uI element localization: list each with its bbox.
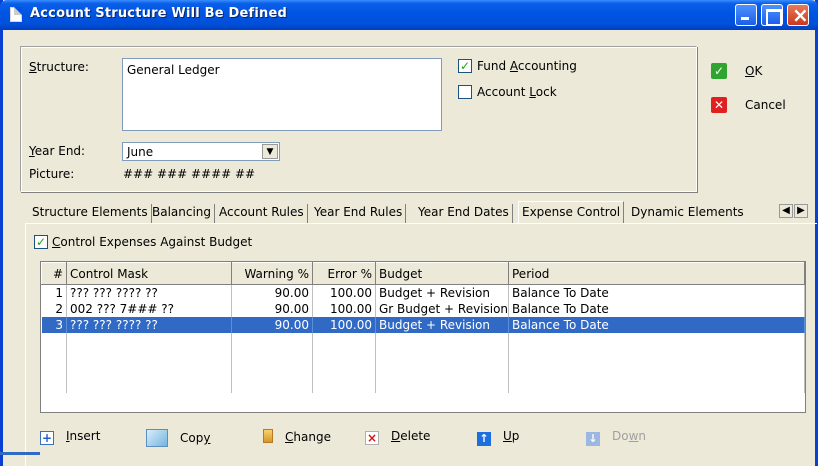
close-icon: × (792, 3, 809, 27)
tab-expense-control[interactable]: Expense Control (518, 201, 625, 223)
tab-account-rules[interactable]: Account Rules (216, 204, 308, 223)
row-warning: 90.00 (231, 300, 313, 317)
up-button[interactable]: ↑ Up (477, 429, 519, 446)
control-expenses-label[interactable]: Control Expenses Against Budget (52, 235, 252, 249)
row-control-mask: ??? ??? ???? ?? (66, 284, 232, 301)
change-button[interactable]: Change (263, 429, 331, 444)
row-period: Balance To Date (508, 284, 805, 301)
tab-dynamic-elements[interactable]: Dynamic Elements (628, 204, 747, 223)
tab-balancing[interactable]: Balancing (149, 204, 216, 223)
close-button[interactable]: × (787, 3, 809, 27)
row-error: 100.00 (312, 284, 376, 301)
picture-label: Picture: (29, 167, 75, 181)
account-lock-checkbox[interactable] (458, 85, 472, 99)
down-arrow-icon: ↓ (586, 432, 600, 446)
control-expenses-checkbox[interactable]: ✓ (34, 235, 48, 249)
row-control-mask: 002 ??? 7### ?? (66, 300, 232, 317)
column-header-control-mask[interactable]: Control Mask (66, 262, 232, 285)
fund-accounting-checkbox[interactable]: ✓ (458, 59, 472, 73)
empty-grid-area (41, 332, 805, 393)
window-title: Account Structure Will Be Defined (30, 6, 288, 21)
down-button[interactable]: ↓ Down (586, 429, 646, 446)
row-error: 100.00 (312, 300, 376, 317)
row-number: 2 (41, 300, 67, 317)
expense-control-grid[interactable]: # Control Mask Warning % Error % Budget … (40, 261, 806, 413)
column-header-period[interactable]: Period (508, 262, 805, 285)
table-row[interactable]: 1 ??? ??? ???? ?? 90.00 100.00 Budget + … (41, 284, 805, 301)
cancel-button[interactable]: Cancel (745, 98, 786, 112)
row-budget: Budget + Revision (375, 316, 509, 333)
grid-header: # Control Mask Warning % Error % Budget … (41, 262, 805, 285)
row-control-mask: ??? ??? ???? ?? (66, 316, 232, 333)
insert-button[interactable]: + Insert (40, 429, 100, 445)
delete-x-icon: × (365, 431, 379, 445)
ok-button[interactable]: OK (745, 64, 762, 78)
row-budget: Budget + Revision (375, 284, 509, 301)
scroll-left-icon[interactable]: ◀ (779, 204, 793, 218)
row-warning: 90.00 (231, 284, 313, 301)
column-header-error[interactable]: Error % (312, 262, 376, 285)
row-warning: 90.00 (231, 316, 313, 333)
picture-value: ### ### #### ## (123, 167, 256, 181)
dialog-window: Account Structure Will Be Defined × Stru… (0, 0, 818, 466)
dropdown-arrow-icon[interactable]: ▼ (262, 144, 278, 159)
structure-panel: Structure: General Ledger Year End: June… (20, 46, 697, 192)
maximize-button[interactable] (761, 4, 783, 26)
account-lock-label[interactable]: Account Lock (477, 85, 557, 99)
pencil-icon (263, 429, 273, 443)
row-period: Balance To Date (508, 300, 805, 317)
taskbar-edge (0, 452, 40, 455)
grid-toolbar: + Insert Copy Change × Delete ↑ Up ↓ Down (40, 425, 806, 451)
table-row-selected[interactable]: 3 ??? ??? ???? ?? 90.00 100.00 Budget + … (41, 316, 805, 333)
up-arrow-icon: ↑ (477, 432, 491, 446)
column-header-number[interactable]: # (41, 262, 67, 285)
row-budget: Gr Budget + Revision (375, 300, 509, 317)
document-icon (10, 7, 22, 22)
copy-button[interactable]: Copy (146, 429, 210, 447)
column-header-warning[interactable]: Warning % (231, 262, 313, 285)
structure-label: Structure: (29, 60, 89, 74)
structure-input[interactable]: General Ledger (122, 58, 442, 131)
tab-year-end-dates[interactable]: Year End Dates (415, 204, 513, 223)
cancel-x-icon: ✕ (711, 97, 727, 113)
minimize-button[interactable] (735, 4, 757, 26)
checkmark-icon: ✓ (711, 63, 727, 79)
delete-button[interactable]: × Delete (365, 429, 430, 445)
row-error: 100.00 (312, 316, 376, 333)
tab-year-end-rules[interactable]: Year End Rules (311, 204, 407, 223)
scroll-right-icon[interactable]: ▶ (794, 204, 808, 218)
year-end-value: June (127, 145, 154, 159)
insert-icon: + (40, 431, 54, 445)
row-number: 1 (41, 284, 67, 301)
tab-scroll: ◀ ▶ (778, 204, 808, 218)
table-row[interactable]: 2 002 ??? 7### ?? 90.00 100.00 Gr Budget… (41, 300, 805, 317)
copy-icon (146, 429, 168, 447)
column-header-budget[interactable]: Budget (375, 262, 509, 285)
row-number: 3 (41, 316, 67, 333)
year-end-select[interactable]: June ▼ (122, 142, 280, 161)
fund-accounting-label[interactable]: Fund Accounting (477, 59, 577, 73)
title-bar[interactable]: Account Structure Will Be Defined × (0, 0, 818, 30)
year-end-label: Year End: (29, 144, 86, 158)
tab-structure-elements[interactable]: Structure Elements (29, 204, 152, 223)
row-period: Balance To Date (508, 316, 805, 333)
